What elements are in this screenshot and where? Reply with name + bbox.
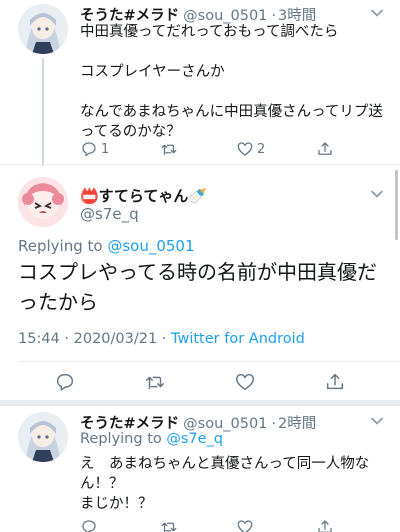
replying-to-link[interactable]: @sou_0501 bbox=[107, 237, 194, 255]
tweet-focused: 📛すてらてゃん🍼 @s7e_q Replying to @sou_0501 コス… bbox=[0, 164, 400, 400]
tweet-header: そうた#メラド @sou_0501 · 2時間 bbox=[80, 412, 316, 433]
like-icon bbox=[237, 520, 253, 532]
replying-to: Replying to @sou_0501 bbox=[18, 237, 195, 255]
chevron-down-icon[interactable] bbox=[370, 6, 384, 20]
display-name[interactable]: 📛すてらてゃん🍼 bbox=[80, 185, 207, 206]
handle[interactable]: @s7e_q bbox=[80, 205, 139, 223]
tweet-time[interactable]: 2時間 bbox=[278, 416, 316, 432]
like-button[interactable] bbox=[234, 371, 256, 393]
share-icon bbox=[318, 142, 332, 155]
tweet-text: 中田真優ってだれっておもって調べたら コスプレイヤーさんか なんであまねちゃんに… bbox=[80, 24, 383, 140]
tweet-reply[interactable]: そうた#メラド @sou_0501 · 2時間 Replying to @s7e_q … bbox=[0, 406, 400, 532]
share-icon bbox=[318, 520, 332, 532]
like-button[interactable]: 2 bbox=[236, 140, 265, 158]
replying-to-link[interactable]: @s7e_q bbox=[166, 431, 223, 447]
retweet-icon bbox=[161, 522, 177, 532]
retweet-button[interactable] bbox=[160, 140, 178, 158]
reply-icon bbox=[56, 373, 74, 392]
tweet-parent[interactable]: そうた#メラド @sou_0501 · 3時間 中田真優ってだれっておもって調べたら … bbox=[0, 0, 400, 166]
like-icon bbox=[237, 142, 253, 156]
thread-line bbox=[42, 58, 44, 166]
retweet-button[interactable] bbox=[144, 371, 166, 393]
reply-icon bbox=[82, 142, 96, 157]
handle[interactable]: @sou_0501 bbox=[183, 416, 267, 432]
like-button[interactable] bbox=[236, 518, 254, 532]
avatar[interactable] bbox=[18, 177, 68, 227]
like-count: 2 bbox=[257, 141, 266, 157]
replying-to: Replying to @s7e_q bbox=[80, 431, 223, 447]
display-name[interactable]: そうた#メラド bbox=[80, 416, 179, 432]
chevron-down-icon[interactable] bbox=[370, 414, 384, 428]
reply-button[interactable] bbox=[80, 518, 98, 532]
scrollbar[interactable] bbox=[395, 170, 398, 240]
reply-count: 1 bbox=[101, 141, 110, 157]
retweet-icon bbox=[146, 376, 164, 390]
retweet-icon bbox=[161, 144, 177, 155]
avatar[interactable] bbox=[18, 4, 68, 54]
share-button[interactable] bbox=[316, 140, 334, 158]
client-link[interactable]: Twitter for Android bbox=[171, 331, 305, 347]
tweet-meta: 15:44 · 2020/03/21 · Twitter for Android bbox=[18, 331, 305, 347]
chevron-down-icon[interactable] bbox=[370, 187, 384, 201]
share-button[interactable] bbox=[324, 371, 346, 393]
replying-label: Replying to bbox=[18, 237, 108, 255]
retweet-button[interactable] bbox=[160, 518, 178, 532]
reply-icon bbox=[82, 520, 96, 532]
reply-button[interactable] bbox=[54, 371, 76, 393]
replying-label: Replying to bbox=[80, 431, 167, 447]
tweet-text: コスプレやってる時の名前が中田真優だったから bbox=[18, 260, 377, 314]
reply-button[interactable]: 1 bbox=[80, 140, 109, 158]
divider bbox=[18, 361, 400, 362]
like-icon bbox=[236, 373, 254, 391]
share-icon bbox=[326, 373, 344, 390]
timestamp: 15:44 · 2020/03/21 · bbox=[18, 331, 172, 347]
avatar[interactable] bbox=[18, 412, 68, 462]
share-button[interactable] bbox=[316, 518, 334, 532]
tweet-text: え あまねちゃんと真優さんって同一人物なん！？ まじか！？ bbox=[80, 456, 370, 512]
separator: · bbox=[271, 416, 277, 432]
tweet-actions bbox=[0, 371, 400, 397]
